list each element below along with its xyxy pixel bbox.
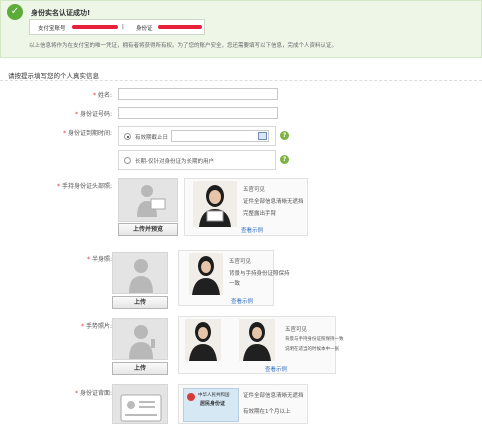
- account-info-box: 支付宝账号 | 身份证: [29, 19, 205, 35]
- woman-photo-icon: [239, 319, 275, 361]
- handheld-placeholder: [118, 178, 178, 222]
- gesture-tip-3: 说明在适当的时候本中一张: [285, 347, 339, 352]
- gesture-sample: 五官可见 背景与手持身份证照保持一致 说明在适当的时候本中一张 查看示例: [178, 316, 344, 374]
- gesture-label: * 手势照片:: [81, 323, 112, 330]
- expiry-date-input[interactable]: [171, 130, 269, 142]
- id-number-input[interactable]: [118, 107, 278, 119]
- woman-photo-icon: [185, 319, 221, 361]
- id-card-text-2: 居民身份证: [200, 401, 226, 407]
- id-number-label: * 身份证号码:: [75, 111, 112, 118]
- success-banner: ✓ 身份实名认证成功! 支付宝账号 | 身份证 以上信息将作为在支付宝的唯一凭证…: [0, 0, 482, 58]
- handheld-sample: 五官可见 证件全部信息清晰无遮挡 完整露出手臂 查看示例: [184, 178, 308, 236]
- view-example-link[interactable]: 查看示例: [231, 297, 253, 305]
- handheld-tip-3: 完整露出手臂: [243, 211, 277, 217]
- handheld-label: * 手持身份证头部照:: [57, 183, 112, 190]
- option-longterm-box[interactable]: 长期-仅针对身份证为长期的用户: [118, 150, 276, 170]
- option-longterm-label: 长期-仅针对身份证为长期的用户: [135, 159, 214, 165]
- option-date-box[interactable]: 有效期截止日: [118, 126, 276, 146]
- separator: |: [122, 24, 124, 30]
- bust-placeholder: [112, 252, 168, 294]
- account-label: 支付宝账号: [38, 26, 66, 32]
- radio-date[interactable]: [124, 133, 131, 140]
- radio-longterm[interactable]: [124, 157, 131, 164]
- name-label: * 姓名:: [93, 92, 112, 99]
- bust-label: * 半身照:: [87, 256, 112, 263]
- person-id-icon: [137, 185, 166, 217]
- person-icon: [129, 325, 155, 359]
- id-back-label: * 身份证背面:: [75, 390, 112, 397]
- id-back-sample: 中华人民共和国 居民身份证 证件全部信息清晰无遮挡 有效期在1个月以上: [178, 384, 308, 424]
- woman-photo-icon: [193, 181, 237, 227]
- gesture-tip-2: 背景与手持身份证照保持一致: [285, 337, 344, 342]
- woman-photo-icon: [189, 253, 223, 295]
- upload-preview-button[interactable]: 上传并预览: [118, 223, 178, 236]
- handheld-tip-2: 证件全部信息清晰无遮挡: [243, 199, 304, 205]
- option-date-label: 有效期截止日: [135, 135, 169, 141]
- redacted-id: [158, 25, 202, 29]
- bust-sample: 五官可见 背景与手持身份证照保持 一致 查看示例: [178, 250, 290, 306]
- person-icon: [129, 259, 153, 293]
- check-icon: ✓: [7, 4, 23, 20]
- redacted-account: [72, 25, 118, 29]
- upload-button[interactable]: 上传: [112, 362, 168, 375]
- banner-title: 身份实名认证成功!: [31, 9, 91, 17]
- id-card-text-1: 中华人民共和国: [198, 393, 230, 398]
- validity-label: * 身份证到期时间:: [63, 130, 112, 137]
- name-input[interactable]: [118, 88, 278, 100]
- help-icon[interactable]: ?: [280, 155, 289, 164]
- view-example-link[interactable]: 查看示例: [265, 365, 287, 373]
- view-example-link[interactable]: 查看示例: [241, 226, 263, 234]
- upload-button[interactable]: 上传: [112, 296, 168, 309]
- emblem-icon: [187, 393, 195, 401]
- help-icon[interactable]: ?: [280, 131, 289, 140]
- gesture-tip-1: 五官可见: [285, 327, 308, 333]
- handheld-tip-1: 五官可见: [243, 187, 266, 193]
- id-back-tip-2: 有效期在1个月以上: [243, 409, 291, 415]
- gesture-placeholder: [112, 318, 168, 360]
- id-card-icon: [120, 394, 162, 422]
- divider: [0, 80, 482, 81]
- id-label: 身份证: [136, 26, 153, 32]
- id-back-placeholder: [112, 384, 168, 424]
- bust-tip-2: 背景与手持身份证照保持: [229, 271, 290, 277]
- bust-tip-3: 一致: [229, 281, 241, 287]
- id-card-image: 中华人民共和国 居民身份证: [183, 388, 239, 422]
- bust-tip-1: 五官可见: [229, 259, 252, 265]
- id-back-tip-1: 证件全部信息清晰无遮挡: [243, 393, 304, 399]
- calendar-icon[interactable]: [258, 132, 267, 140]
- section-title: 请按提示填写您的个人真实信息: [8, 72, 99, 80]
- banner-note: 以上信息将作为在支付宝的唯一凭证，拥有者将获得所有权。为了您的账户安全，您还需要…: [29, 43, 338, 49]
